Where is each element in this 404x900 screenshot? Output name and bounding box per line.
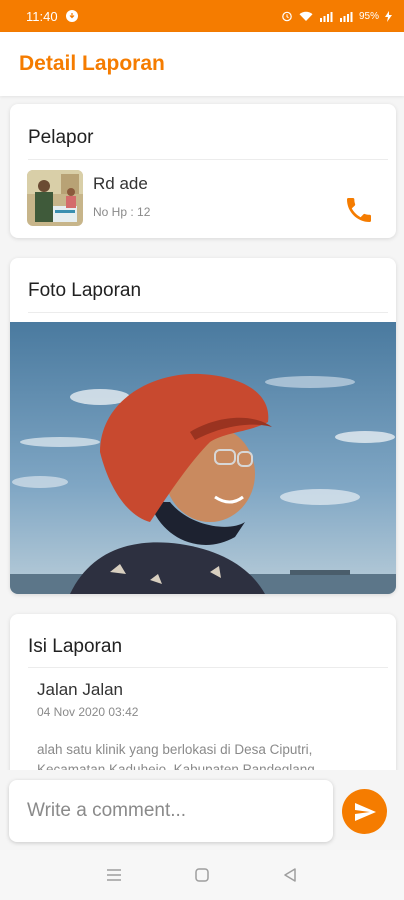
avatar xyxy=(27,170,83,226)
report-date: 04 Nov 2020 03:42 xyxy=(37,705,139,719)
content-card: Isi Laporan Jalan Jalan 04 Nov 2020 03:4… xyxy=(10,614,396,784)
reporter-name: Rd ade xyxy=(93,174,148,193)
photo-card: Foto Laporan xyxy=(10,258,396,594)
divider xyxy=(28,312,388,313)
reporter-card-title: Pelapor xyxy=(28,127,94,148)
phone-icon[interactable] xyxy=(343,194,375,226)
app-bar: Detail Laporan xyxy=(0,32,404,96)
comment-bar xyxy=(0,770,404,850)
battery-text: 95% xyxy=(358,10,379,22)
status-time: 11:40 xyxy=(26,8,58,24)
reporter-card: Pelapor Rd ade No Hp : 12 xyxy=(10,104,396,238)
send-icon[interactable] xyxy=(342,789,387,834)
comment-input[interactable] xyxy=(9,780,333,842)
page-title: Detail Laporan xyxy=(19,52,165,75)
divider xyxy=(28,667,388,668)
alarm-icon xyxy=(281,10,293,22)
system-nav-bar xyxy=(0,850,404,900)
report-photo[interactable] xyxy=(10,322,396,594)
divider xyxy=(28,159,388,160)
report-title: Jalan Jalan xyxy=(37,680,124,699)
home-square-icon[interactable] xyxy=(190,863,214,887)
download-icon xyxy=(65,10,78,22)
menu-icon[interactable] xyxy=(102,863,126,887)
signal-icon xyxy=(319,11,333,22)
content-card-title: Isi Laporan xyxy=(28,636,123,657)
back-triangle-icon[interactable] xyxy=(278,863,302,887)
signal-icon xyxy=(339,11,353,22)
charging-icon xyxy=(385,10,392,22)
wifi-icon xyxy=(299,11,313,22)
photo-card-title: Foto Laporan xyxy=(28,280,142,301)
status-bar: 11:40 95% xyxy=(0,0,404,32)
reporter-phone: No Hp : 12 xyxy=(93,205,151,219)
